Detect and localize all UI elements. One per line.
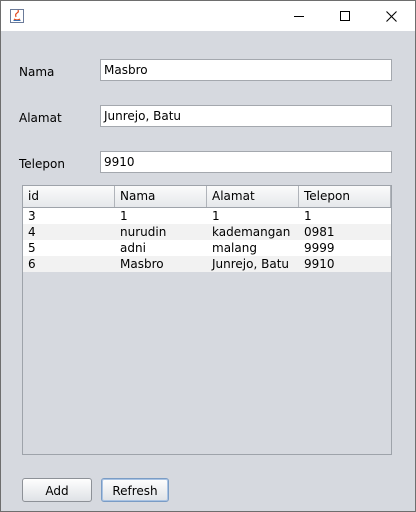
cell-telepon: 9910 (304, 257, 335, 271)
cell-id: 6 (28, 257, 36, 271)
cell-nama: 1 (120, 209, 128, 223)
cell-id: 5 (28, 241, 36, 255)
minimize-icon (294, 16, 304, 17)
close-button[interactable] (368, 1, 414, 31)
cell-alamat: malang (212, 241, 257, 255)
column-header-nama[interactable]: Nama (115, 186, 207, 207)
maximize-button[interactable] (322, 1, 368, 31)
close-icon (385, 10, 397, 22)
add-button[interactable]: Add (22, 478, 92, 502)
table-row[interactable]: 3 1 1 1 (23, 208, 391, 224)
column-header-alamat[interactable]: Alamat (207, 186, 299, 207)
cell-nama: Masbro (120, 257, 164, 271)
title-bar[interactable] (1, 1, 415, 31)
alamat-input[interactable]: Junrejo, Batu (100, 105, 392, 127)
java-app-icon (10, 8, 24, 23)
cell-alamat: Junrejo, Batu (212, 257, 290, 271)
telepon-label: Telepon (19, 157, 65, 171)
app-window: Nama Masbro Alamat Junrejo, Batu Telepon… (0, 0, 416, 512)
nama-input[interactable]: Masbro (100, 59, 392, 81)
cell-nama: nurudin (120, 225, 167, 239)
cell-alamat: 1 (212, 209, 220, 223)
column-header-telepon[interactable]: Telepon (299, 186, 391, 207)
data-table[interactable]: id Nama Alamat Telepon 3 1 1 1 4 nurudin… (22, 185, 392, 455)
cell-telepon: 9999 (304, 241, 335, 255)
telepon-input[interactable]: 9910 (100, 151, 392, 173)
table-row[interactable]: 4 nurudin kademangan 0981 (23, 224, 391, 240)
refresh-button[interactable]: Refresh (101, 478, 169, 502)
maximize-icon (340, 11, 350, 21)
column-header-id[interactable]: id (23, 186, 115, 207)
table-header: id Nama Alamat Telepon (23, 186, 391, 208)
minimize-button[interactable] (276, 1, 322, 31)
content-panel: Nama Masbro Alamat Junrejo, Batu Telepon… (1, 32, 415, 511)
alamat-label: Alamat (19, 111, 62, 125)
cell-nama: adni (120, 241, 146, 255)
nama-label: Nama (19, 65, 55, 79)
table-row[interactable]: 5 adni malang 9999 (23, 240, 391, 256)
table-row[interactable]: 6 Masbro Junrejo, Batu 9910 (23, 256, 391, 272)
cell-telepon: 1 (304, 209, 312, 223)
cell-alamat: kademangan (212, 225, 291, 239)
cell-telepon: 0981 (304, 225, 335, 239)
cell-id: 3 (28, 209, 36, 223)
table-body: 3 1 1 1 4 nurudin kademangan 0981 5 adni… (23, 208, 391, 272)
cell-id: 4 (28, 225, 36, 239)
